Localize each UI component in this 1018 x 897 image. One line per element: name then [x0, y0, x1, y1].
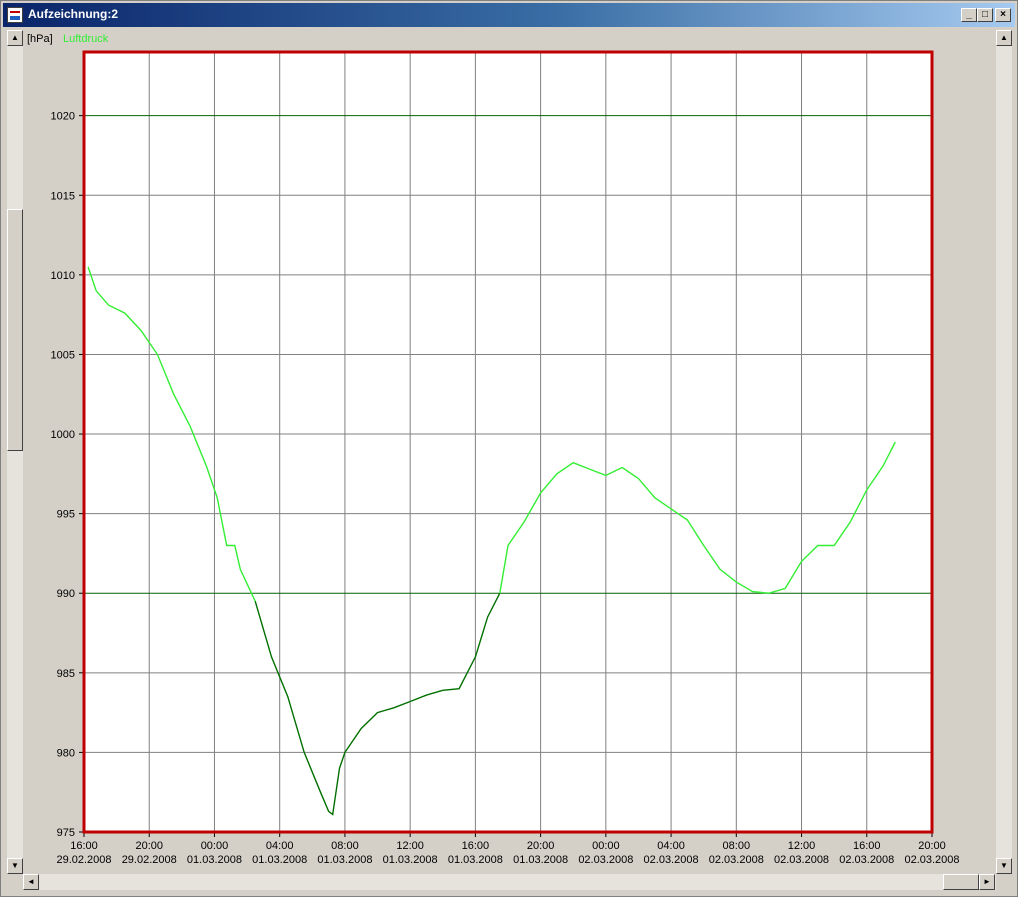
- y-tick-label: 1015: [51, 190, 75, 202]
- y-tick-label: 985: [57, 668, 75, 680]
- recording-window: Aufzeichnung:2 _ □ × ▲ ▼ ▲ ▼ ◄ ► [hPa] L…: [0, 0, 1018, 897]
- window-icon[interactable]: [7, 7, 23, 23]
- x-tick-date-label: 01.03.2008: [187, 854, 242, 866]
- scroll-right-button[interactable]: ►: [979, 874, 995, 890]
- x-tick-time-label: 08:00: [331, 840, 359, 852]
- x-tick-time-label: 00:00: [592, 840, 620, 852]
- x-tick-time-label: 20:00: [918, 840, 946, 852]
- maximize-button[interactable]: □: [977, 8, 993, 22]
- x-tick-time-label: 00:00: [201, 840, 229, 852]
- x-tick-date-label: 01.03.2008: [383, 854, 438, 866]
- right-scroll-up-button[interactable]: ▲: [996, 30, 1012, 46]
- y-axis-unit-label: [hPa]: [27, 33, 53, 45]
- close-button[interactable]: ×: [995, 8, 1011, 22]
- x-tick-time-label: 04:00: [657, 840, 685, 852]
- x-tick-date-label: 01.03.2008: [513, 854, 568, 866]
- scroll-left-button[interactable]: ◄: [23, 874, 39, 890]
- x-tick-date-label: 29.02.2008: [122, 854, 177, 866]
- y-tick-label: 995: [57, 509, 75, 521]
- x-tick-date-label: 01.03.2008: [317, 854, 372, 866]
- x-tick-time-label: 12:00: [788, 840, 816, 852]
- left-scroll-thumb[interactable]: [7, 209, 23, 451]
- horizontal-scroll-track[interactable]: [23, 874, 996, 890]
- x-tick-date-label: 02.03.2008: [774, 854, 829, 866]
- plot-area: [84, 52, 932, 832]
- left-scroll-track[interactable]: [7, 30, 23, 874]
- left-scroll-down-button[interactable]: ▼: [7, 858, 23, 874]
- window-title: Aufzeichnung:2: [28, 7, 118, 21]
- x-tick-time-label: 04:00: [266, 840, 294, 852]
- x-tick-time-label: 16:00: [853, 840, 881, 852]
- x-tick-time-label: 08:00: [723, 840, 751, 852]
- x-tick-date-label: 02.03.2008: [644, 854, 699, 866]
- x-tick-time-label: 20:00: [527, 840, 555, 852]
- x-tick-date-label: 02.03.2008: [709, 854, 764, 866]
- y-tick-label: 1010: [51, 270, 75, 282]
- y-tick-label: 1000: [51, 429, 75, 441]
- x-tick-time-label: 16:00: [70, 840, 98, 852]
- right-scroll-track[interactable]: [996, 30, 1012, 874]
- y-tick-label: 1005: [51, 349, 75, 361]
- legend-series-label: Luftdruck: [63, 33, 109, 45]
- right-scroll-down-button[interactable]: ▼: [996, 858, 1012, 874]
- y-tick-label: 1020: [51, 111, 75, 123]
- x-tick-time-label: 12:00: [396, 840, 424, 852]
- y-tick-label: 980: [57, 747, 75, 759]
- horizontal-scroll-thumb[interactable]: [943, 874, 979, 890]
- left-scroll-up-button[interactable]: ▲: [7, 30, 23, 46]
- x-tick-date-label: 29.02.2008: [56, 854, 111, 866]
- title-bar[interactable]: Aufzeichnung:2 _ □ ×: [3, 3, 1015, 27]
- x-tick-date-label: 02.03.2008: [904, 854, 959, 866]
- minimize-button[interactable]: _: [961, 8, 977, 22]
- y-tick-label: 975: [57, 827, 75, 839]
- x-tick-date-label: 01.03.2008: [252, 854, 307, 866]
- x-tick-time-label: 16:00: [462, 840, 490, 852]
- x-tick-date-label: 01.03.2008: [448, 854, 503, 866]
- x-tick-time-label: 20:00: [135, 840, 163, 852]
- y-tick-label: 990: [57, 588, 75, 600]
- x-tick-date-label: 02.03.2008: [839, 854, 894, 866]
- pressure-chart[interactable]: 16:00 29.02.2008 20:00 29.02.2008 00:00 01.03…: [27, 47, 972, 873]
- x-tick-date-label: 02.03.2008: [578, 854, 633, 866]
